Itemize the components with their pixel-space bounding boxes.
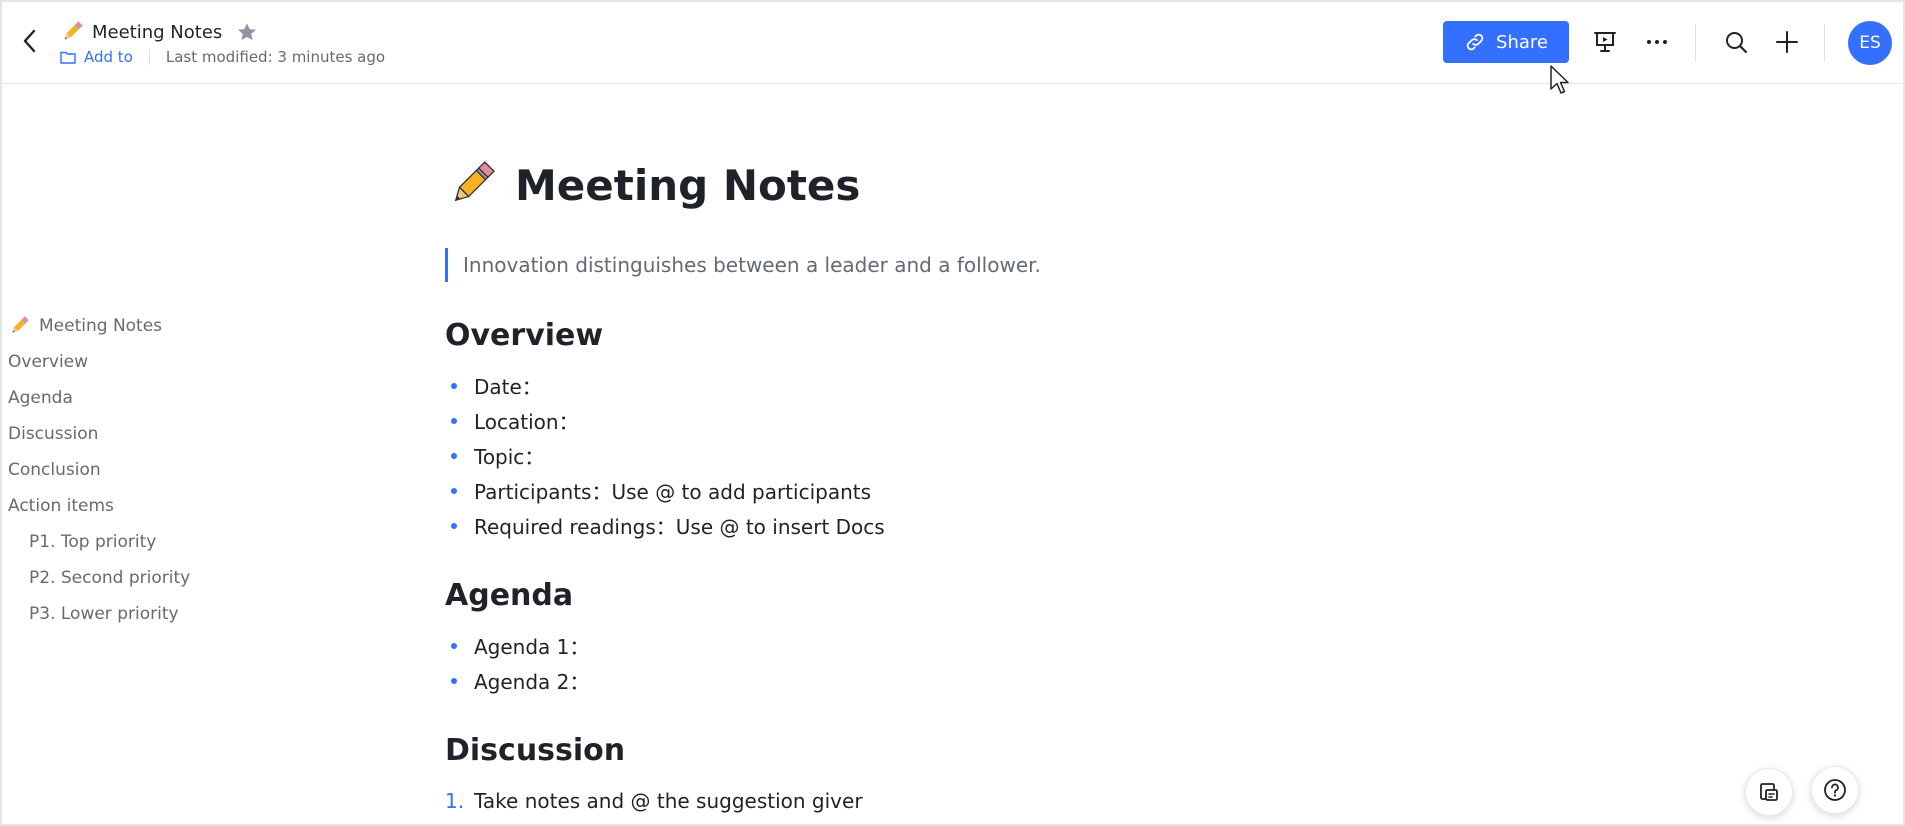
bullet-dot xyxy=(451,417,457,424)
list-item-text: Topic： xyxy=(474,445,545,469)
link-icon xyxy=(1466,33,1484,51)
doc-title[interactable]: Meeting Notes xyxy=(92,22,222,43)
heading-discussion[interactable]: Discussion xyxy=(445,730,1745,770)
mouse-cursor-icon xyxy=(1550,65,1569,94)
discussion-list: 1. Take notes and @ the suggestion giver xyxy=(445,783,1745,818)
top-bar: Meeting Notes Add to Last modified: 3 mi… xyxy=(2,2,1903,84)
list-number: 1. xyxy=(445,788,465,813)
more-options-icon[interactable] xyxy=(1644,29,1670,55)
heading-overview[interactable]: Overview xyxy=(445,315,1745,355)
list-item[interactable]: 1. Take notes and @ the suggestion giver xyxy=(445,783,1745,818)
outline-item-overview[interactable]: Overview xyxy=(2,344,242,380)
help-button[interactable] xyxy=(1811,766,1859,814)
last-modified-text: Last modified: 3 minutes ago xyxy=(165,48,386,66)
list-item-text: Take notes and @ the suggestion giver xyxy=(474,788,863,813)
heading-agenda[interactable]: Agenda xyxy=(445,575,1745,615)
list-item[interactable]: Participants：Use @ to add participants xyxy=(445,473,1745,508)
bullet-dot xyxy=(451,487,457,494)
comment-list-icon xyxy=(1760,783,1778,801)
share-button[interactable]: Share xyxy=(1443,21,1569,63)
list-item[interactable]: Required readings：Use @ to insert Docs xyxy=(445,508,1745,543)
bullet-dot xyxy=(451,452,457,459)
list-item-text: Agenda 1： xyxy=(474,635,590,659)
list-item-text: Agenda 2： xyxy=(474,670,590,694)
comments-panel-button[interactable] xyxy=(1745,768,1793,816)
doc-title-row: Meeting Notes xyxy=(60,18,258,46)
outline-item-p2[interactable]: P2. Second priority xyxy=(2,560,242,596)
list-item-text: Required readings：Use @ to insert Docs xyxy=(474,515,885,539)
document-outline: Meeting Notes Overview Agenda Discussion… xyxy=(2,308,242,632)
search-icon[interactable] xyxy=(1723,29,1749,55)
outline-item-discussion[interactable]: Discussion xyxy=(2,416,242,452)
list-item[interactable]: Agenda 1： xyxy=(445,628,1745,663)
agenda-list: Agenda 1： Agenda 2： xyxy=(445,628,1745,698)
outline-item-p1[interactable]: P1. Top priority xyxy=(2,524,242,560)
plus-icon[interactable] xyxy=(1774,29,1800,55)
outline-item-p3[interactable]: P3. Lower priority xyxy=(2,596,242,632)
list-item-text: Location： xyxy=(474,410,579,434)
list-item[interactable]: Date： xyxy=(445,368,1745,403)
bullet-dot xyxy=(451,522,457,529)
list-item[interactable]: Location： xyxy=(445,403,1745,438)
bullet-dot xyxy=(451,642,457,649)
overview-list: Date： Location： Topic： Participants：Use … xyxy=(445,368,1745,543)
toolbar-divider xyxy=(1695,24,1696,62)
star-icon[interactable] xyxy=(236,21,258,43)
document-title[interactable]: Meeting Notes xyxy=(515,161,860,210)
bullet-dot xyxy=(451,677,457,684)
bullet-dot xyxy=(451,382,457,389)
add-to-label: Add to xyxy=(84,48,133,66)
pencil-icon xyxy=(12,316,29,333)
pencil-icon xyxy=(64,21,83,40)
add-to-button[interactable]: Add to xyxy=(60,48,133,66)
pencil-icon xyxy=(454,161,495,202)
list-item[interactable]: Agenda 2： xyxy=(445,663,1745,698)
outline-item-action-items[interactable]: Action items xyxy=(2,488,242,524)
back-arrow-icon[interactable] xyxy=(18,26,42,56)
outline-label: Meeting Notes xyxy=(39,316,163,336)
list-item[interactable]: Topic： xyxy=(445,438,1745,473)
presentation-icon[interactable] xyxy=(1592,29,1618,55)
outline-item-meeting-notes[interactable]: Meeting Notes xyxy=(2,308,242,344)
document-body: Meeting Notes Innovation distinguishes b… xyxy=(445,150,1745,818)
divider xyxy=(148,49,150,65)
list-item-text: Date： xyxy=(474,375,542,399)
share-label: Share xyxy=(1496,31,1548,53)
folder-icon xyxy=(60,51,76,64)
document-title-block: Meeting Notes xyxy=(445,150,1745,220)
help-icon xyxy=(1824,779,1846,801)
meta-row: Add to Last modified: 3 minutes ago xyxy=(60,46,385,68)
outline-item-agenda[interactable]: Agenda xyxy=(2,380,242,416)
avatar[interactable]: ES xyxy=(1848,21,1892,65)
toolbar-divider xyxy=(1824,24,1825,62)
quote-block[interactable]: Innovation distinguishes between a leade… xyxy=(445,248,1745,282)
outline-item-conclusion[interactable]: Conclusion xyxy=(2,452,242,488)
list-item-text: Participants：Use @ to add participants xyxy=(474,480,872,504)
